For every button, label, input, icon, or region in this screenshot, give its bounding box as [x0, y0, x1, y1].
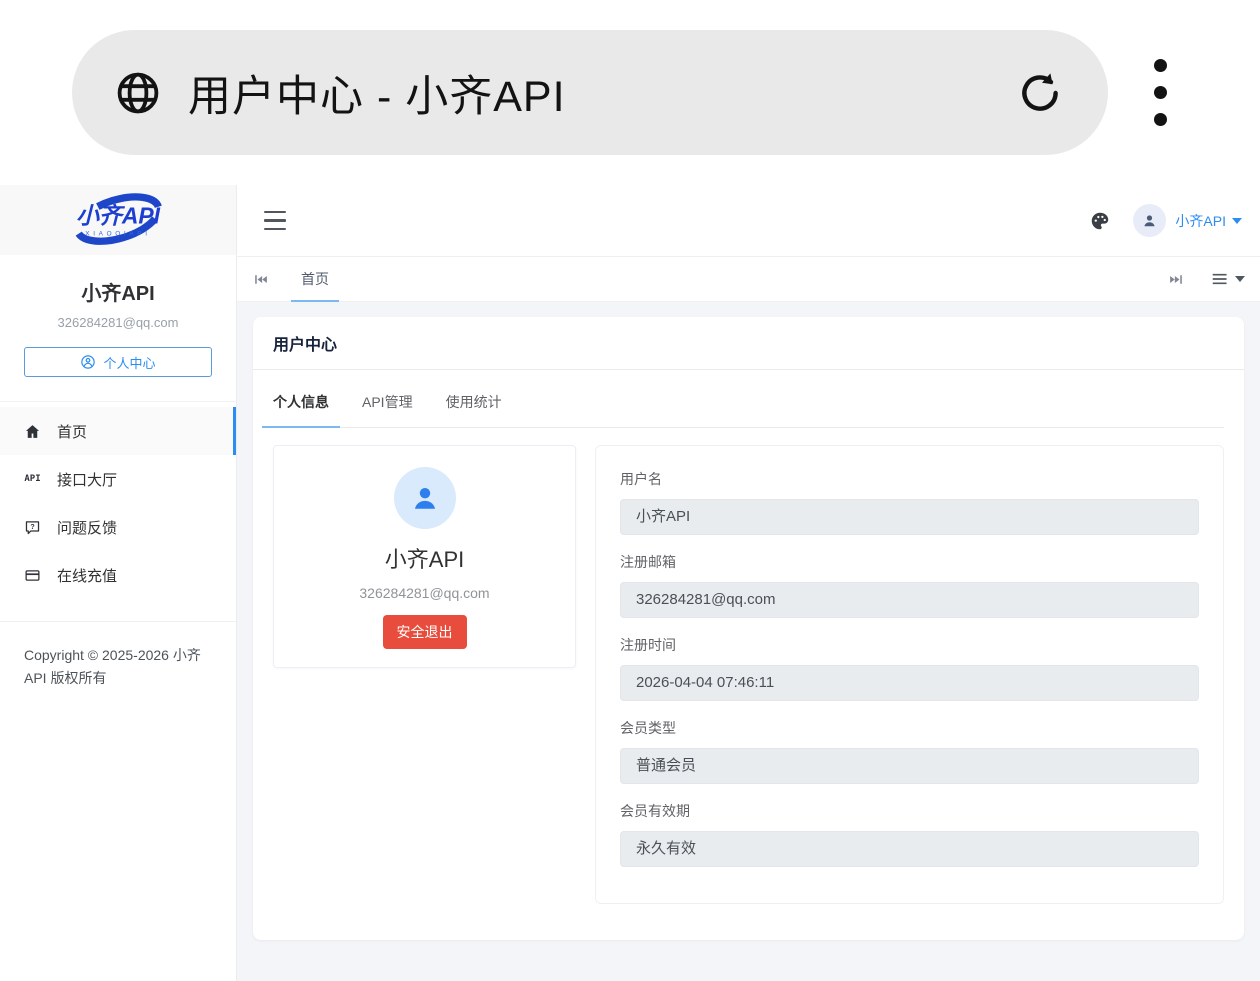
- tab-label: 个人信息: [273, 392, 329, 412]
- field-register-time: 注册时间 2026-04-04 07:46:11: [620, 636, 1199, 701]
- field-label: 注册时间: [620, 636, 1199, 655]
- topbar-right: 小齐API: [1089, 204, 1242, 237]
- sidebar-user-block: 小齐API 326284281@qq.com 个人中心: [0, 255, 236, 401]
- browser-chrome: 用户中心 - 小齐API: [0, 0, 1260, 185]
- username-input[interactable]: 小齐API: [620, 499, 1199, 535]
- scroll-tabs-right-icon[interactable]: [1168, 271, 1185, 288]
- svg-text:XIAOQIAPI: XIAOQIAPI: [85, 231, 150, 238]
- avatar-person-icon: [408, 481, 442, 515]
- tab-options-button[interactable]: [1211, 271, 1245, 287]
- sidebar-item-feedback[interactable]: ? 问题反馈: [0, 503, 236, 551]
- user-avatar[interactable]: [1133, 204, 1166, 237]
- account-details-panel: 用户名 小齐API 注册邮箱 326284281@qq.com 注册时间 202…: [595, 445, 1224, 904]
- card-title: 用户中心: [273, 331, 337, 355]
- card-body: 个人信息 API管理 使用统计: [253, 370, 1244, 928]
- recharge-card-icon: [24, 567, 41, 584]
- tab-usage-stats[interactable]: 使用统计: [446, 389, 502, 427]
- user-dropdown[interactable]: 小齐API: [1175, 211, 1242, 231]
- profile-email: 326284281@qq.com: [359, 585, 489, 601]
- person-circle-icon: [80, 354, 96, 370]
- register-email-input[interactable]: 326284281@qq.com: [620, 582, 1199, 618]
- profile-center-label: 个人中心: [103, 353, 155, 372]
- profile-center-button[interactable]: 个人中心: [24, 347, 212, 377]
- personal-info-pane: 小齐API 326284281@qq.com 安全退出 用户名 小齐API 注册…: [273, 445, 1224, 904]
- page-title: 用户中心 - 小齐API: [188, 62, 1016, 124]
- user-dropdown-label: 小齐API: [1175, 211, 1226, 231]
- content-area: 用户中心 个人信息 API管理 使用统计: [237, 302, 1260, 981]
- register-time-input[interactable]: 2026-04-04 07:46:11: [620, 665, 1199, 701]
- field-label: 用户名: [620, 470, 1199, 489]
- main-column: 小齐API 首页: [237, 185, 1260, 981]
- sidebar-item-label: 首页: [57, 421, 87, 442]
- page-tab-bar: 首页: [237, 257, 1260, 302]
- copyright-text: Copyright © 2025-2026 小齐 API 版权所有: [0, 621, 236, 690]
- field-register-email: 注册邮箱 326284281@qq.com: [620, 553, 1199, 618]
- field-label: 会员有效期: [620, 802, 1199, 821]
- tab-label: 使用统计: [446, 392, 502, 412]
- sidebar-item-label: 问题反馈: [57, 517, 117, 538]
- logo-area[interactable]: 小齐API XIAOQIAPI: [0, 185, 236, 255]
- tab-personal-info[interactable]: 个人信息: [273, 389, 329, 427]
- sidebar-item-api-hall[interactable]: API 接口大厅: [0, 455, 236, 503]
- member-type-input[interactable]: 普通会员: [620, 748, 1199, 784]
- topbar: 小齐API: [237, 185, 1260, 257]
- profile-name: 小齐API: [385, 542, 464, 574]
- sidebar-user-name: 小齐API: [24, 277, 212, 306]
- api-icon: API: [24, 471, 41, 488]
- hamburger-menu-icon[interactable]: [264, 211, 286, 231]
- tab-api-management[interactable]: API管理: [362, 389, 413, 427]
- page-tab-home[interactable]: 首页: [291, 257, 339, 302]
- page-tab-label: 首页: [301, 269, 329, 289]
- field-username: 用户名 小齐API: [620, 470, 1199, 535]
- theme-palette-icon[interactable]: [1089, 210, 1111, 232]
- refresh-icon[interactable]: [1016, 69, 1064, 117]
- field-member-type: 会员类型 普通会员: [620, 719, 1199, 784]
- card-header: 用户中心: [253, 317, 1244, 370]
- profile-avatar: [394, 467, 456, 529]
- sidebar-user-email: 326284281@qq.com: [24, 315, 212, 330]
- globe-icon: [114, 69, 162, 117]
- sidebar-item-home[interactable]: 首页: [0, 407, 236, 455]
- detail-tabs: 个人信息 API管理 使用统计: [273, 389, 1224, 428]
- chevron-down-icon: [1235, 276, 1245, 282]
- scroll-tabs-left-icon[interactable]: [252, 271, 269, 288]
- svg-text:?: ?: [30, 522, 34, 530]
- chevron-down-icon: [1232, 218, 1242, 224]
- member-validity-input[interactable]: 永久有效: [620, 831, 1199, 867]
- profile-summary-card: 小齐API 326284281@qq.com 安全退出: [273, 445, 576, 668]
- field-label: 会员类型: [620, 719, 1199, 738]
- sidebar: 小齐API XIAOQIAPI 小齐API 326284281@qq.com 个…: [0, 185, 237, 981]
- tab-label: API管理: [362, 392, 413, 412]
- browser-menu-icon[interactable]: [1154, 59, 1167, 126]
- address-bar[interactable]: 用户中心 - 小齐API: [72, 30, 1108, 155]
- field-label: 注册邮箱: [620, 553, 1199, 572]
- sidebar-item-label: 接口大厅: [57, 469, 117, 490]
- svg-text:小齐API: 小齐API: [76, 203, 161, 229]
- sidebar-item-recharge[interactable]: 在线充值: [0, 551, 236, 599]
- home-icon: [24, 423, 41, 440]
- brand-logo-icon: 小齐API XIAOQIAPI: [63, 191, 173, 249]
- list-icon: [1211, 271, 1230, 287]
- sidebar-item-label: 在线充值: [57, 565, 117, 586]
- sidebar-nav: 首页 API 接口大厅 ? 问题反馈: [0, 401, 236, 599]
- app-frame: 小齐API XIAOQIAPI 小齐API 326284281@qq.com 个…: [0, 185, 1260, 981]
- avatar-person-icon: [1140, 211, 1159, 230]
- user-center-card: 用户中心 个人信息 API管理 使用统计: [253, 317, 1244, 940]
- field-member-validity: 会员有效期 永久有效: [620, 802, 1199, 867]
- logout-button[interactable]: 安全退出: [383, 615, 467, 649]
- feedback-icon: ?: [24, 519, 41, 536]
